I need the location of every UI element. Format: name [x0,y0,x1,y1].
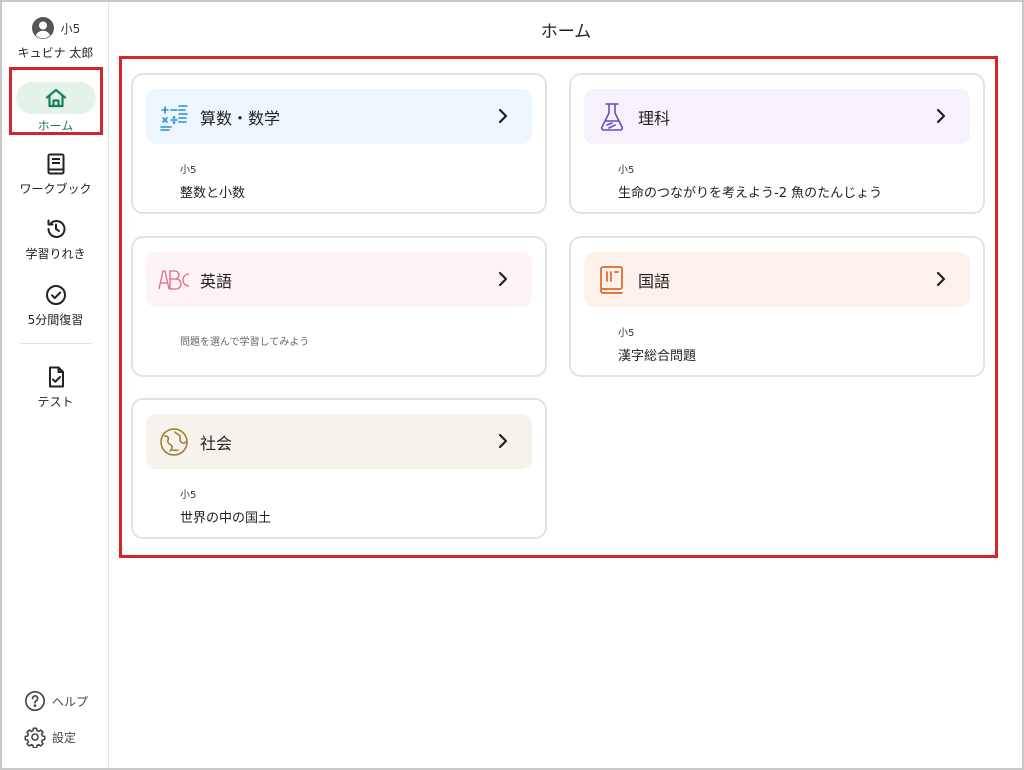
history-icon [47,219,65,238]
subject-name-japanese: 国語 [638,271,671,291]
subject-card-science[interactable]: 理科 小5 生命のつながりを考えよう-2 魚のたんじょう [569,73,985,214]
subject-name-english: 英語 [200,271,233,291]
avatar-icon [31,17,54,39]
flask-icon [600,102,624,131]
abc-icon [158,269,190,290]
help-icon [25,691,45,711]
chevron-right-icon [498,433,508,449]
subject-card-english[interactable]: 英語 問題を選んで学習してみよう [131,236,547,377]
subject-name-social: 社会 [200,433,233,453]
sidebar: 小5 キュビナ 太郎 ホーム ワークブック 学習りれき 5分間復習 テスト ヘル… [2,2,109,768]
subject-progress-science: 小5 生命のつながりを考えよう-2 魚のたんじょう [618,161,882,201]
subject-card-math[interactable]: 算数・数学 小5 整数と小数 [131,73,547,214]
subject-header-math[interactable]: 算数・数学 [146,89,532,144]
globe-icon [160,427,188,456]
subject-grade-math: 小5 [180,165,197,176]
nav-workbook-label: ワークブック [19,182,92,196]
subject-progress-math: 小5 整数と小数 [180,161,245,201]
nav-history-label: 学習りれき [25,247,86,261]
subject-header-social[interactable]: 社会 [146,414,532,469]
nav-test-label: テスト [37,395,74,409]
subject-progress-japanese: 小5 漢字総合問題 [618,324,696,364]
subject-progress-social: 小5 世界の中の国土 [180,486,271,526]
nav-test[interactable]: テスト [2,365,109,410]
chevron-right-icon [936,108,946,124]
check-circle-icon [45,285,66,305]
subject-grade-japanese: 小5 [618,328,635,339]
subject-name-science: 理科 [638,108,671,128]
math-symbols-icon [160,104,188,131]
chevron-right-icon [498,271,508,287]
test-document-icon [48,366,64,388]
subject-card-social[interactable]: 社会 小5 世界の中の国土 [131,398,547,539]
nav-review-label: 5分間復習 [27,313,84,327]
user-grade: 小5 [60,21,81,36]
page-title: ホーム [540,22,592,42]
subject-topic-science: 生命のつながりを考えよう-2 魚のたんじょう [618,186,883,201]
subject-progress-english: 問題を選んで学習してみよう [180,324,309,348]
annotation-box-nav-home [9,67,103,135]
chevron-right-icon [936,271,946,287]
subject-grade-science: 小5 [618,165,635,176]
user-name: キュビナ 太郎 [17,46,94,60]
subject-topic-social: 世界の中の国土 [180,511,272,526]
help-link[interactable]: ヘルプ [24,690,88,712]
nav-workbook[interactable]: ワークブック [2,152,109,197]
subject-header-science[interactable]: 理科 [584,89,970,144]
subject-grade-social: 小5 [180,490,197,501]
nav-history[interactable]: 学習りれき [2,217,109,262]
workbook-icon [47,153,64,175]
subject-card-japanese[interactable]: 国語 小5 漢字総合問題 [569,236,985,377]
subject-hint-english: 問題を選んで学習してみよう [180,337,310,348]
help-label: ヘルプ [52,694,89,709]
subject-name-math: 算数・数学 [200,108,281,128]
sidebar-divider [20,343,92,344]
subject-topic-japanese: 漢字総合問題 [618,349,697,364]
chevron-right-icon [498,108,508,124]
subject-topic-math: 整数と小数 [180,186,246,201]
gear-icon [24,727,46,748]
user-profile[interactable]: 小5 キュビナ 太郎 [2,14,109,61]
settings-label: 設定 [52,730,77,745]
settings-link[interactable]: 設定 [24,726,76,748]
subject-header-japanese[interactable]: 国語 [584,252,970,307]
book-icon [600,265,623,294]
nav-review[interactable]: 5分間復習 [2,283,109,328]
subject-header-english[interactable]: 英語 [146,252,532,307]
